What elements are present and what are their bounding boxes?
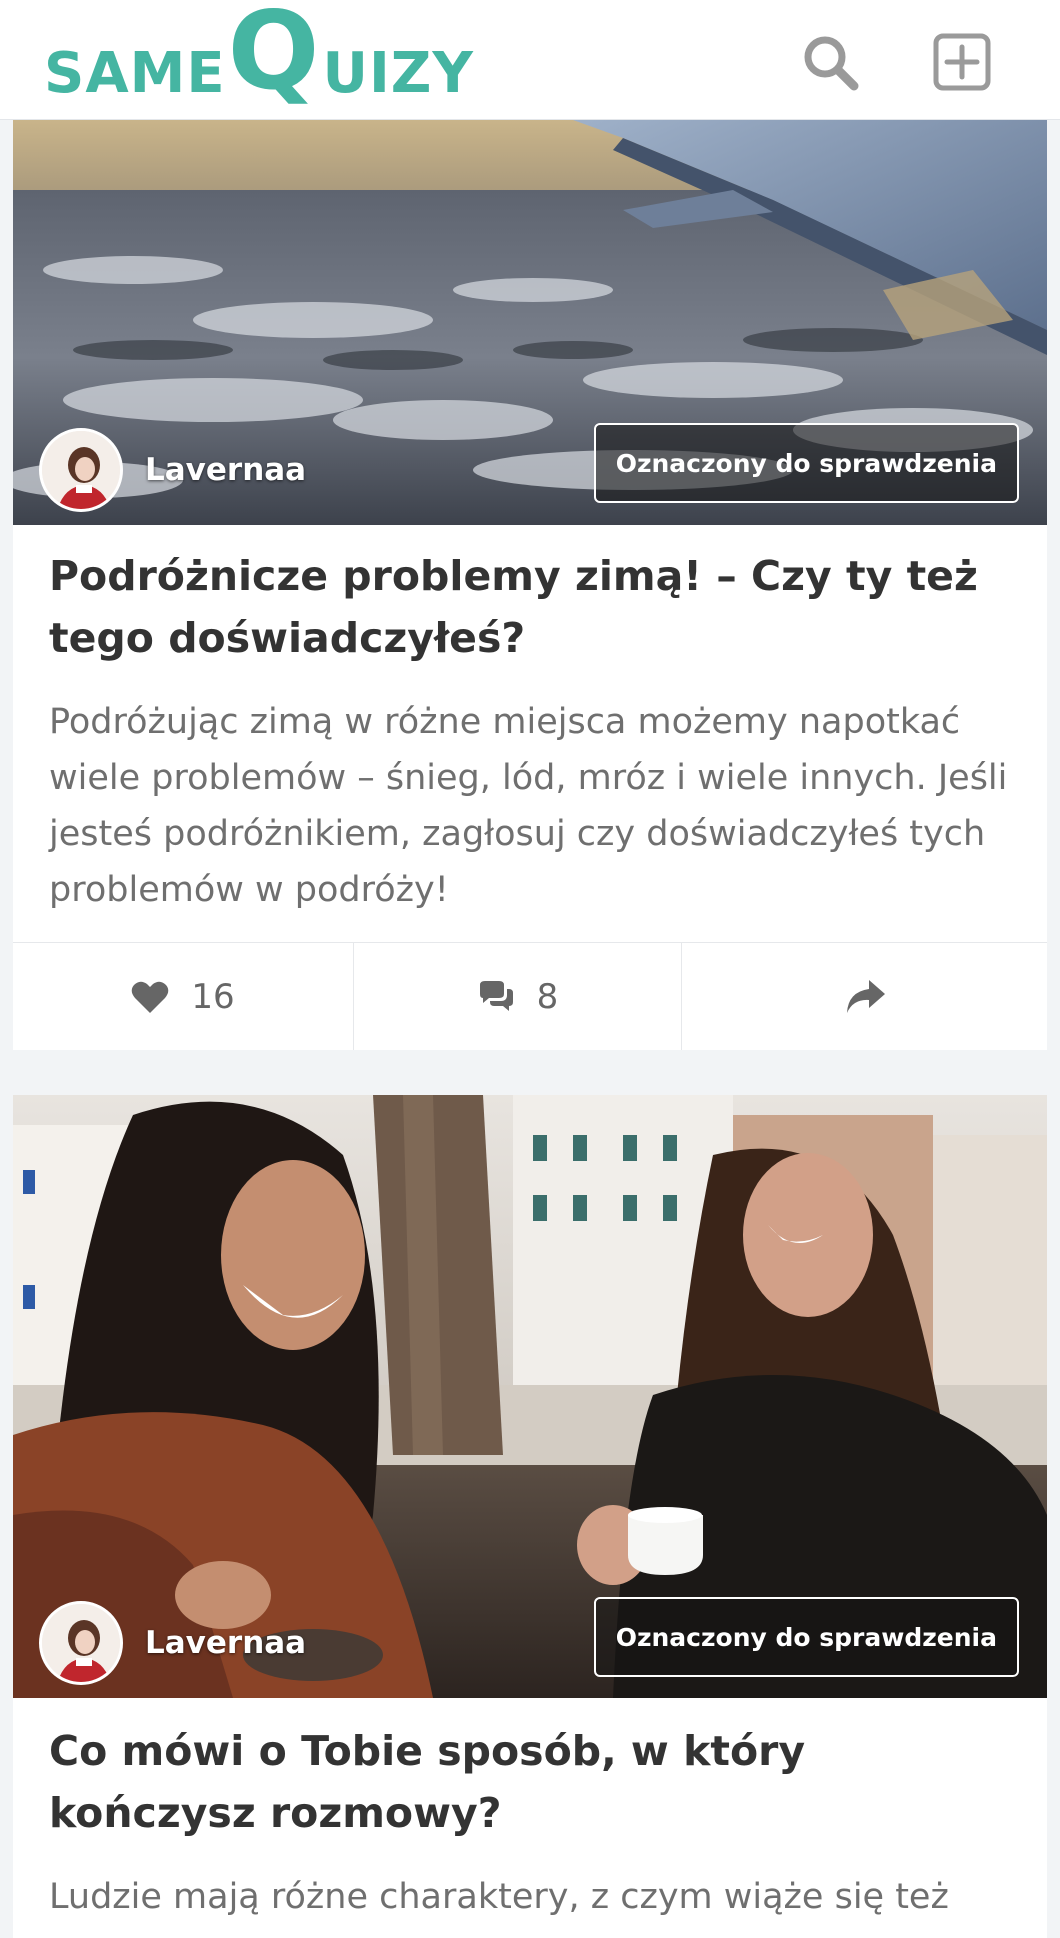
- search-icon: [804, 36, 859, 91]
- quiz-description: Podróżując zimą w różne miejsca możemy n…: [49, 702, 1008, 910]
- add-square-icon: [933, 33, 991, 91]
- author-avatar: [39, 1601, 123, 1685]
- quiz-description: Ludzie mają różne charaktery, z czym wią…: [49, 1877, 949, 1917]
- like-count: 16: [191, 976, 235, 1017]
- review-badge: Oznaczony do sprawdzenia: [593, 423, 1019, 503]
- logo-text-q: Q: [227, 0, 321, 114]
- logo-text-same: SAME: [44, 41, 226, 106]
- site-logo[interactable]: SAME Q UIZY: [44, 0, 474, 106]
- quiz-card: Lavernaa Oznaczony do sprawdzenia Co mów…: [13, 1095, 1047, 1938]
- quiz-title[interactable]: Podróżnicze problemy zimą! – Czy ty też …: [49, 545, 1009, 669]
- author-link[interactable]: Lavernaa: [39, 428, 306, 512]
- comments-icon: [479, 980, 513, 1011]
- add-quiz-button[interactable]: [930, 30, 994, 94]
- author-link[interactable]: Lavernaa: [39, 1601, 306, 1685]
- quiz-title[interactable]: Co mówi o Tobie sposób, w który kończysz…: [49, 1720, 1009, 1844]
- top-header: SAME Q UIZY: [0, 0, 1060, 120]
- share-button[interactable]: [681, 943, 1047, 1050]
- search-button[interactable]: [798, 30, 862, 94]
- comments-button[interactable]: 8: [353, 943, 681, 1050]
- author-name: Lavernaa: [145, 452, 307, 488]
- quiz-card: Lavernaa Oznaczony do sprawdzenia Podróż…: [13, 120, 1047, 1050]
- heart-icon: [132, 981, 169, 1013]
- quiz-actions: 16 8: [13, 942, 1047, 1050]
- like-button[interactable]: 16: [13, 943, 353, 1050]
- author-avatar: [39, 428, 123, 512]
- logo-text-uizy: UIZY: [322, 41, 474, 106]
- review-badge: Oznaczony do sprawdzenia: [593, 1597, 1019, 1677]
- author-name: Lavernaa: [145, 1625, 307, 1661]
- share-icon: [846, 979, 885, 1013]
- comment-count: 8: [536, 976, 559, 1017]
